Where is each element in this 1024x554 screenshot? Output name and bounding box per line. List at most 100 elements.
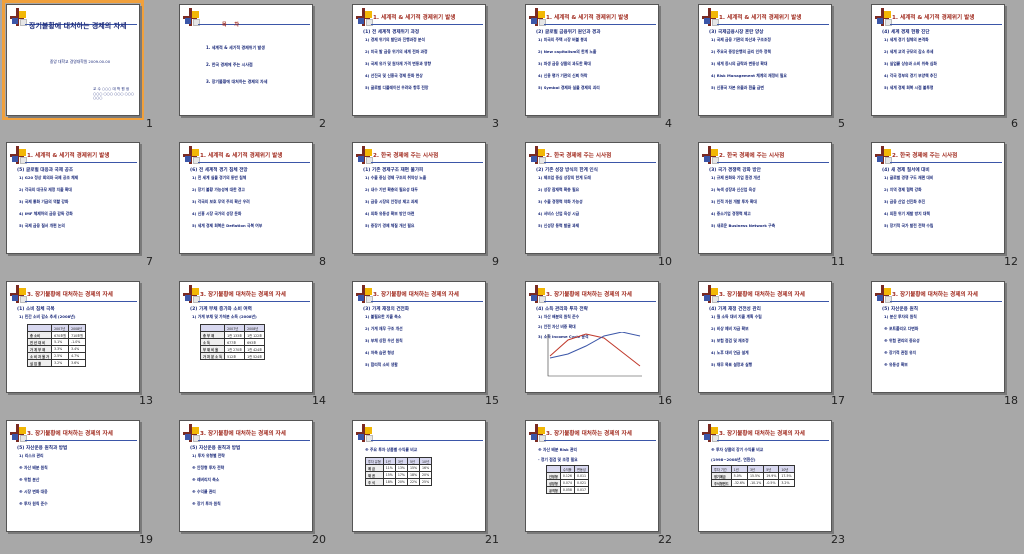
table-cell: 주식형펀드 <box>711 479 732 487</box>
table-cell: 15% <box>406 464 421 472</box>
slide-frame: 1. 세계적 & 세기적 경제위기 발생 (5) 글로벌 대응과 국제 공조 1) … <box>6 142 140 254</box>
slide-subtitle: (1) 소비 침체 극복 <box>17 307 55 312</box>
slide-thumbnail-8[interactable]: 1. 세계적 & 세기적 경제위기 발생 (6) 전 세계적 경기 침체 전망 1)… <box>173 138 344 276</box>
bullet-list: 1) G20 정상 회의와 국제 공조 체제 2) 각국의 대규모 재정 지출 확… <box>19 175 137 235</box>
table-header-cell: 변동성 <box>573 465 590 473</box>
bullet-list: ※ 투자 상품의 장기 수익률 비교 (1998~2008년, 연환산) <box>711 447 829 467</box>
decor-sq1 <box>192 149 199 156</box>
slide-thumbnail-23[interactable]: 3. 장기불황에 대처하는 경제의 자세 ※ 투자 상품의 장기 수익률 비교 (1… <box>692 416 863 554</box>
bullet-list: 1) 민간 소비 감소 추세 (2008년) <box>19 314 137 324</box>
slide-thumbnail-14[interactable]: 3. 장기불황에 대처하는 경제의 자세 (2) 가계 부채 증가와 소비 여력 1… <box>173 277 344 415</box>
slide-title: 3. 장기불황에 대처하는 경제의 자세 <box>892 292 978 298</box>
slide-subtitle: (5) 자산운용 원칙과 방법 <box>17 446 68 451</box>
bullet-item: 5) 새로운 Business Network 구축 <box>711 223 776 228</box>
bullet-item: 1) 세계 경기 침체의 본격화 <box>884 37 929 42</box>
bullet-item: ※ 위험 분산 <box>19 477 40 482</box>
table-row: 총 소비 670조원 710조원 <box>26 331 87 339</box>
slide-thumbnail-9[interactable]: 2. 한국 경제에 주는 시사점 (1) 기존 경제구조 재편 불가피 1) 수출 … <box>346 138 517 276</box>
slide-canvas: 2. 한국 경제에 주는 시사점 (3) 국가 경쟁력 강화 방안 1) 규제 완화… <box>698 142 832 254</box>
slide-thumbnail-21[interactable]: ※ 주요 투자 상품별 수익률 비교 투자 유형 1년 3년 5년 10년 예 금 11% 13… <box>346 416 517 554</box>
slide-thumbnail-11[interactable]: 2. 한국 경제에 주는 시사점 (3) 국가 경쟁력 강화 방안 1) 규제 완화… <box>692 138 863 276</box>
slide-frame: 1. 세계적 & 세기적 경제위기 발생 (4) 세계 경제 현황 진단 1) 세계… <box>871 4 1005 116</box>
slide-thumbnail-19[interactable]: 3. 장기불황에 대처하는 경제의 자세 (5) 자산운용 원칙과 방법 1) 리스… <box>0 416 171 554</box>
table-cell: 15.5% <box>746 472 765 480</box>
bullet-list: 1) 월 소득 대비 지출 계획 수립 2) 비상 예비 자금 확보 3) 보험 점… <box>711 314 829 374</box>
bullet-item: 4) 외환 위기 재발 방지 대책 <box>884 211 930 216</box>
slide-thumbnail-13[interactable]: 3. 장기불황에 대처하는 경제의 자세 (1) 소비 침체 극복 1) 민간 소비… <box>0 277 171 415</box>
slide-canvas: ※ 주요 투자 상품별 수익률 비교 투자 유형 1년 3년 5년 10년 예 금 11% 13… <box>352 420 486 532</box>
decor-sq2 <box>531 156 537 162</box>
table-cell: 0.058 <box>559 486 575 494</box>
table-cell: -10.1% <box>746 479 765 487</box>
slide-title: 1. 세계적 & 세기적 경제위기 발생 <box>719 15 802 21</box>
slide-thumbnail-2[interactable]: 목 차 1. 세계적 & 세기적 경제위기 발생 2. 한국 경제에 주는 시사점 3… <box>173 0 344 138</box>
decor-sq2 <box>704 18 710 24</box>
decor-hline <box>717 162 829 163</box>
table-row: 전 년 대 비 5.1% -1.0% <box>26 338 87 346</box>
slide-thumbnail-10[interactable]: 2. 한국 경제에 주는 시사점 (2) 기존 성장 방식의 한계 인식 1) 제조… <box>519 138 690 276</box>
slide-canvas: 2. 한국 경제에 주는 시사점 (1) 기존 경제구조 재편 불가피 1) 수출 … <box>352 142 486 254</box>
slide-thumbnail-5[interactable]: 1. 세계적 & 세기적 경제위기 발생 (3) 국제금융시장 혼란 양상 1) 국… <box>692 0 863 138</box>
bullet-item: 5) 신흥국 자본 유출과 환율 급변 <box>711 85 764 90</box>
decor-hline <box>717 440 829 441</box>
slide-title: 1. 세계적 & 세기적 경제위기 발생 <box>546 15 629 21</box>
decor-sq2 <box>531 295 537 301</box>
slide-title: 2. 한국 경제에 주는 시사점 <box>373 153 439 159</box>
slide-thumbnail-16[interactable]: 3. 장기불황에 대처하는 경제의 자세 (4) 소득 관리와 투자 전략 1) 자… <box>519 277 690 415</box>
table-header-cell <box>199 324 226 332</box>
table-cell: 20% <box>419 471 433 479</box>
slide-title: 장기불황에 대처하는 경제의 자세 <box>29 22 127 30</box>
bullet-item: 1) 자산 배분의 원칙 준수 <box>538 314 580 319</box>
slide-thumbnail-17[interactable]: 3. 장기불황에 대처하는 경제의 자세 (4) 가계 재정 건전성 관리 1) 월… <box>692 277 863 415</box>
slide-number: 20 <box>312 533 326 546</box>
table-header-row: 2007년 2008년 <box>26 324 87 332</box>
decor-sq2 <box>12 156 18 162</box>
table-cell: 가 처 분 소 득 <box>199 352 226 360</box>
decor-sq1 <box>19 288 26 295</box>
table-cell: 1천 424조 <box>244 345 266 353</box>
table-row: 실 업 률 3.2% 3.6% <box>26 359 87 367</box>
bullet-item: ※ 수익률 관리 <box>192 489 216 494</box>
table-header-row: 2007년 2008년 <box>199 324 266 332</box>
slide-thumbnail-18[interactable]: 3. 장기불황에 대처하는 경제의 자세 (5) 자산운용 원칙 1) 분산 투자의… <box>865 277 1024 415</box>
decor-hline <box>890 24 1002 25</box>
table-cell: 0.021 <box>573 479 590 487</box>
bullet-item: 1) 제조업 중심 성장의 한계 도래 <box>538 175 591 180</box>
slide-frame: 1. 세계적 & 세기적 경제위기 발생 (2) 글로벌 금융위기 원인과 경과 1… <box>525 4 659 116</box>
slide-number: 15 <box>485 394 499 407</box>
toc-item: 1. 세계적 & 세기적 경제위기 발생 <box>206 45 265 50</box>
slide-thumbnail-3[interactable]: 1. 세계적 & 세기적 경제위기 발생 (1) 전 세계적 경제위기 과정 1) … <box>346 0 517 138</box>
slide-thumbnail-1[interactable]: 장기불황에 대처하는 경제의 자세중앙 대학교 경영대학원 2009.00.00… <box>0 0 171 138</box>
slide-thumbnail-22[interactable]: 3. 장기불황에 대처하는 경제의 자세 ※ 자산 배분 Risk 관리 - 정기 … <box>519 416 690 554</box>
table-header-cell: 1년 <box>382 457 396 465</box>
slide-thumbnail-4[interactable]: 1. 세계적 & 세기적 경제위기 발생 (2) 글로벌 금융위기 원인과 경과 1… <box>519 0 690 138</box>
bullet-item: 1) 국제 금융 기관의 파산과 구조조정 <box>711 37 771 42</box>
toc-item: 3. 장기불황에 대처하는 경제의 자세 <box>206 79 268 84</box>
slide-thumbnail-12[interactable]: 2. 한국 경제에 주는 시사점 (4) 새 경제 질서에 대비 1) 글로벌 경쟁… <box>865 138 1024 276</box>
slide-thumbnail-6[interactable]: 1. 세계적 & 세기적 경제위기 발생 (4) 세계 경제 현황 진단 1) 세계… <box>865 0 1024 138</box>
bullet-item: - 정기 점검 및 조정 필요 <box>538 457 578 462</box>
bullet-item: 3) 금융 산업 선진화 추진 <box>884 199 926 204</box>
slide-number: 16 <box>658 394 672 407</box>
table-row: 가 처 분 소 득 512조 1천 524조 <box>199 352 266 360</box>
data-table: 2007년 2008년 총 소비 670조원 710조원 전 년 대 비 5.1% -1.0%… <box>26 324 87 367</box>
table-cell: 1천 524조 <box>244 352 266 360</box>
data-table: 2007년 2008년 총 부 채 1천 133조 1천 122조 소 득 677조 693조… <box>199 324 266 360</box>
decor-sq1 <box>538 11 545 18</box>
slide-thumbnail-7[interactable]: 1. 세계적 & 세기적 경제위기 발생 (5) 글로벌 대응과 국제 공조 1) … <box>0 138 171 276</box>
slide-subtitle: (4) 세계 경제 현황 진단 <box>882 30 930 35</box>
slide-subtitle: (2) 가계 부채 증가와 소비 여력 <box>190 307 252 312</box>
bullet-list: 1) 투자 유형별 전략 ※ 안정형 투자 전략 ※ 레버리지 축소 ※ 수익률 관리… <box>192 453 310 513</box>
table-cell: 총 소비 <box>26 331 53 339</box>
slide-number: 17 <box>831 394 845 407</box>
slide-thumbnail-15[interactable]: 3. 장기불황에 대처하는 경제의 자세 (3) 가계 재정의 건전화 1) 불필요… <box>346 277 517 415</box>
bullet-item: 4) IMF 체제하의 금융 감독 강화 <box>19 211 73 216</box>
bullet-item: ※ 투자 원칙 준수 <box>19 501 48 506</box>
decor-hline <box>717 301 829 302</box>
bullet-list: 1) 수출 중심 경제 구조의 취약성 노출 2) 내수 기반 확충의 필요성 대… <box>365 175 483 235</box>
bullet-item: 3) 세계 증시의 급락과 변동성 확대 <box>711 61 768 66</box>
slide-subtitle: 중앙 대학교 경영대학원 2009.00.00 <box>49 59 111 64</box>
slide-number: 11 <box>831 255 845 268</box>
slide-thumbnail-20[interactable]: 3. 장기불황에 대처하는 경제의 자세 (5) 자산운용 원칙과 방법 1) 투자… <box>173 416 344 554</box>
slide-frame: 장기불황에 대처하는 경제의 자세중앙 대학교 경영대학원 2009.00.00… <box>2 0 144 120</box>
